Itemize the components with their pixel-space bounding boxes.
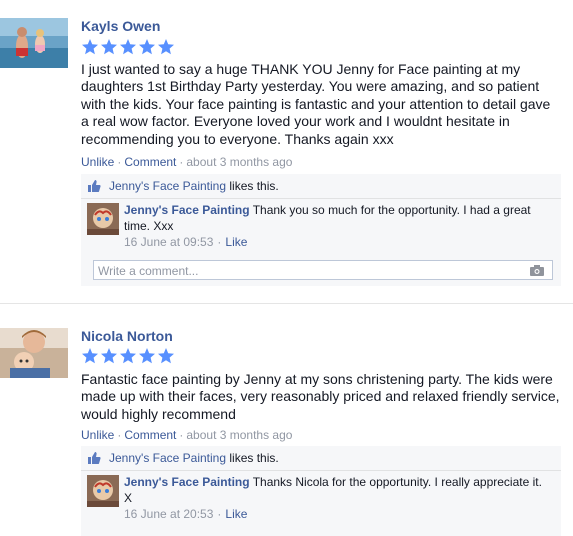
unlike-link[interactable]: Unlike bbox=[81, 155, 114, 169]
thumbs-up-icon bbox=[88, 180, 101, 192]
reviewer-name[interactable]: Nicola Norton bbox=[81, 328, 173, 344]
reply-date[interactable]: 16 June at 20:53 bbox=[124, 507, 213, 521]
reply-author[interactable]: Jenny's Face Painting bbox=[124, 475, 250, 489]
star-icon bbox=[139, 39, 155, 55]
review-text: Fantastic face painting by Jenny at my s… bbox=[81, 371, 560, 422]
likes-text: Jenny's Face Painting likes this. bbox=[109, 179, 279, 193]
page-avatar[interactable] bbox=[87, 475, 119, 507]
comments-box: Jenny's Face Painting likes this. Jenny'… bbox=[81, 174, 561, 286]
reply-author[interactable]: Jenny's Face Painting bbox=[124, 203, 250, 217]
thumbs-up-icon bbox=[88, 452, 101, 464]
comment-link[interactable]: Comment bbox=[124, 428, 176, 442]
star-rating bbox=[81, 38, 175, 56]
star-rating bbox=[81, 347, 175, 365]
star-icon bbox=[139, 348, 155, 364]
review-divider bbox=[0, 303, 573, 304]
comment-placeholder: Write a comment... bbox=[98, 264, 199, 278]
unlike-link[interactable]: Unlike bbox=[81, 428, 114, 442]
review-text: I just wanted to say a huge THANK YOU Je… bbox=[81, 61, 551, 147]
review-timestamp[interactable]: about 3 months ago bbox=[186, 155, 292, 169]
review-kayls-owen: Kayls Owen I just wanted to say a huge T… bbox=[0, 0, 573, 300]
likes-row: Jenny's Face Painting likes this. bbox=[81, 446, 561, 471]
reply-like-link[interactable]: Like bbox=[225, 235, 247, 249]
star-icon bbox=[101, 348, 117, 364]
separator: · bbox=[217, 507, 222, 521]
reply-comment: Jenny's Face Painting Thank you so much … bbox=[81, 199, 561, 255]
star-icon bbox=[120, 348, 136, 364]
review-actions: Unlike · Comment · about 3 months ago bbox=[81, 428, 292, 442]
star-icon bbox=[82, 348, 98, 364]
separator: · bbox=[179, 428, 184, 442]
page-link[interactable]: Jenny's Face Painting bbox=[109, 179, 226, 193]
review-timestamp[interactable]: about 3 months ago bbox=[186, 428, 292, 442]
separator: · bbox=[117, 428, 122, 442]
review-nicola-norton: Nicola Norton Fantastic face painting by… bbox=[0, 320, 573, 536]
reviewer-avatar[interactable] bbox=[0, 18, 68, 68]
separator: · bbox=[117, 155, 122, 169]
page-avatar[interactable] bbox=[87, 203, 119, 235]
reply-meta: 16 June at 20:53 · Like bbox=[124, 507, 247, 521]
comments-box: Jenny's Face Painting likes this. Jenny'… bbox=[81, 446, 561, 536]
reviewer-name[interactable]: Kayls Owen bbox=[81, 18, 160, 34]
separator: · bbox=[179, 155, 184, 169]
reply-text-block: Jenny's Face Painting Thank you so much … bbox=[124, 203, 544, 234]
review-actions: Unlike · Comment · about 3 months ago bbox=[81, 155, 292, 169]
likes-suffix: likes this. bbox=[229, 451, 279, 465]
reply-meta: 16 June at 09:53 · Like bbox=[124, 235, 247, 249]
star-icon bbox=[158, 39, 174, 55]
likes-text: Jenny's Face Painting likes this. bbox=[109, 451, 279, 465]
page-link[interactable]: Jenny's Face Painting bbox=[109, 451, 226, 465]
star-icon bbox=[120, 39, 136, 55]
reviewer-avatar[interactable] bbox=[0, 328, 68, 378]
star-icon bbox=[158, 348, 174, 364]
reply-date[interactable]: 16 June at 09:53 bbox=[124, 235, 213, 249]
reply-text-block: Jenny's Face Painting Thanks Nicola for … bbox=[124, 475, 544, 506]
reply-comment: Jenny's Face Painting Thanks Nicola for … bbox=[81, 471, 561, 527]
comment-input[interactable]: Write a comment... bbox=[93, 260, 553, 280]
likes-suffix: likes this. bbox=[229, 179, 279, 193]
reply-like-link[interactable]: Like bbox=[225, 507, 247, 521]
star-icon bbox=[82, 39, 98, 55]
likes-row: Jenny's Face Painting likes this. bbox=[81, 174, 561, 199]
star-icon bbox=[101, 39, 117, 55]
camera-icon[interactable] bbox=[530, 265, 544, 276]
separator: · bbox=[217, 235, 222, 249]
comment-link[interactable]: Comment bbox=[124, 155, 176, 169]
